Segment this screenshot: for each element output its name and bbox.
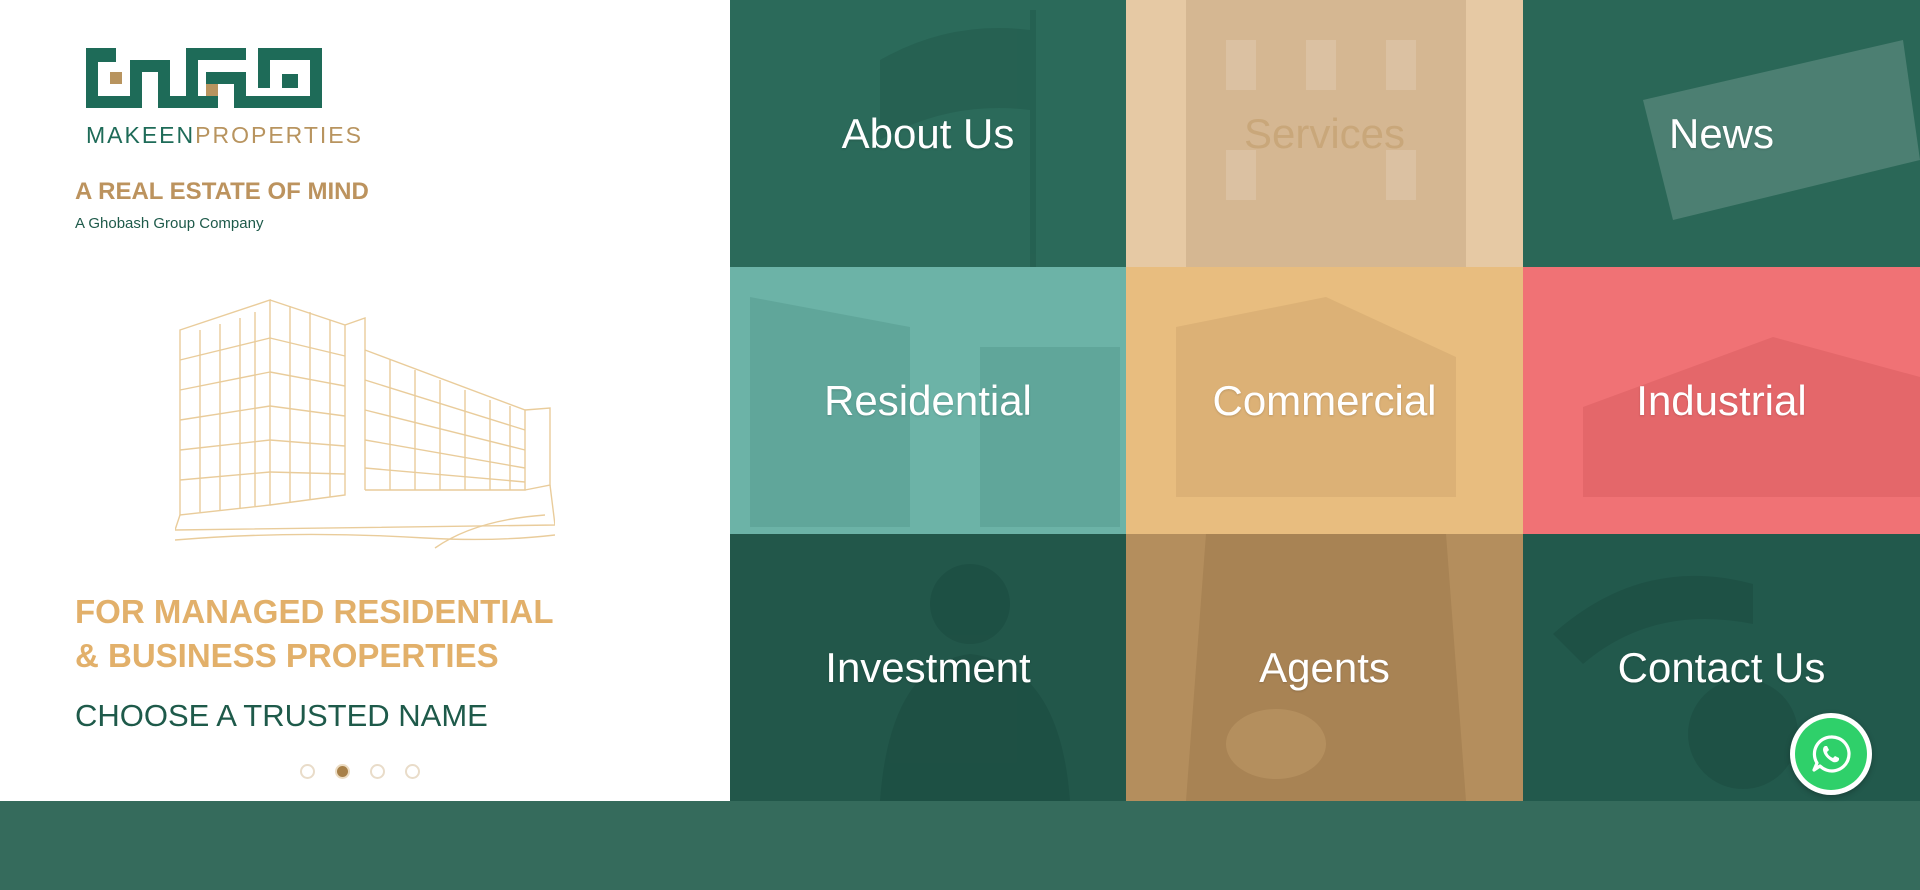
tile-investment[interactable]: Investment (730, 534, 1126, 801)
company-subtitle: A Ghobash Group Company (75, 215, 264, 232)
brand-tagline: A REAL ESTATE OF MIND (75, 178, 369, 205)
tile-services[interactable]: Services (1126, 0, 1523, 267)
tile-about-us[interactable]: About Us (730, 0, 1126, 267)
hero-subline: CHOOSE A TRUSTED NAME (75, 698, 488, 733)
logo-word-properties: PROPERTIES (195, 122, 363, 148)
building-sketch-illustration (175, 299, 555, 549)
slider-dot-1[interactable] (300, 764, 315, 779)
slider-dot-4[interactable] (405, 764, 420, 779)
logo-word-makeen: MAKEEN (86, 122, 196, 148)
slider-dot-2[interactable] (335, 764, 350, 779)
tile-agents[interactable]: Agents (1126, 534, 1523, 801)
whatsapp-icon (1812, 735, 1851, 773)
logo-wordmark: MAKEENPROPERTIES (86, 122, 363, 149)
hero-headline-line2: & BUSINESS PROPERTIES (75, 637, 499, 674)
hero-headline: FOR MANAGED RESIDENTIAL & BUSINESS PROPE… (75, 590, 554, 678)
footer-bar (0, 801, 1920, 890)
tile-news[interactable]: News (1523, 0, 1920, 267)
left-panel: MAKEENPROPERTIES A REAL ESTATE OF MIND A… (0, 0, 730, 801)
makeen-logo-mark (86, 48, 322, 108)
tile-residential-label: Residential (824, 376, 1032, 424)
tile-contact-us-label: Contact Us (1617, 643, 1826, 691)
tile-news-label: News (1668, 109, 1775, 157)
tile-industrial[interactable]: Industrial (1523, 267, 1920, 534)
tile-commercial-label: Commercial (1212, 376, 1437, 424)
hero-headline-line1: FOR MANAGED RESIDENTIAL (75, 593, 554, 630)
whatsapp-button[interactable] (1790, 713, 1872, 795)
tile-investment-label: Investment (825, 643, 1031, 691)
tile-residential[interactable]: Residential (730, 267, 1126, 534)
tile-agents-label: Agents (1259, 643, 1390, 691)
navigation-tiles-grid: About Us Services News Residential Comme… (730, 0, 1920, 801)
makeen-logo[interactable]: MAKEENPROPERTIES (86, 44, 361, 152)
tile-about-us-label: About Us (841, 109, 1015, 157)
slider-dot-3[interactable] (370, 764, 385, 779)
tile-services-label: Services (1243, 109, 1406, 157)
tile-industrial-label: Industrial (1636, 376, 1807, 424)
whatsapp-icon-badge (1795, 718, 1867, 790)
tile-commercial[interactable]: Commercial (1126, 267, 1523, 534)
slider-pagination (300, 764, 420, 779)
